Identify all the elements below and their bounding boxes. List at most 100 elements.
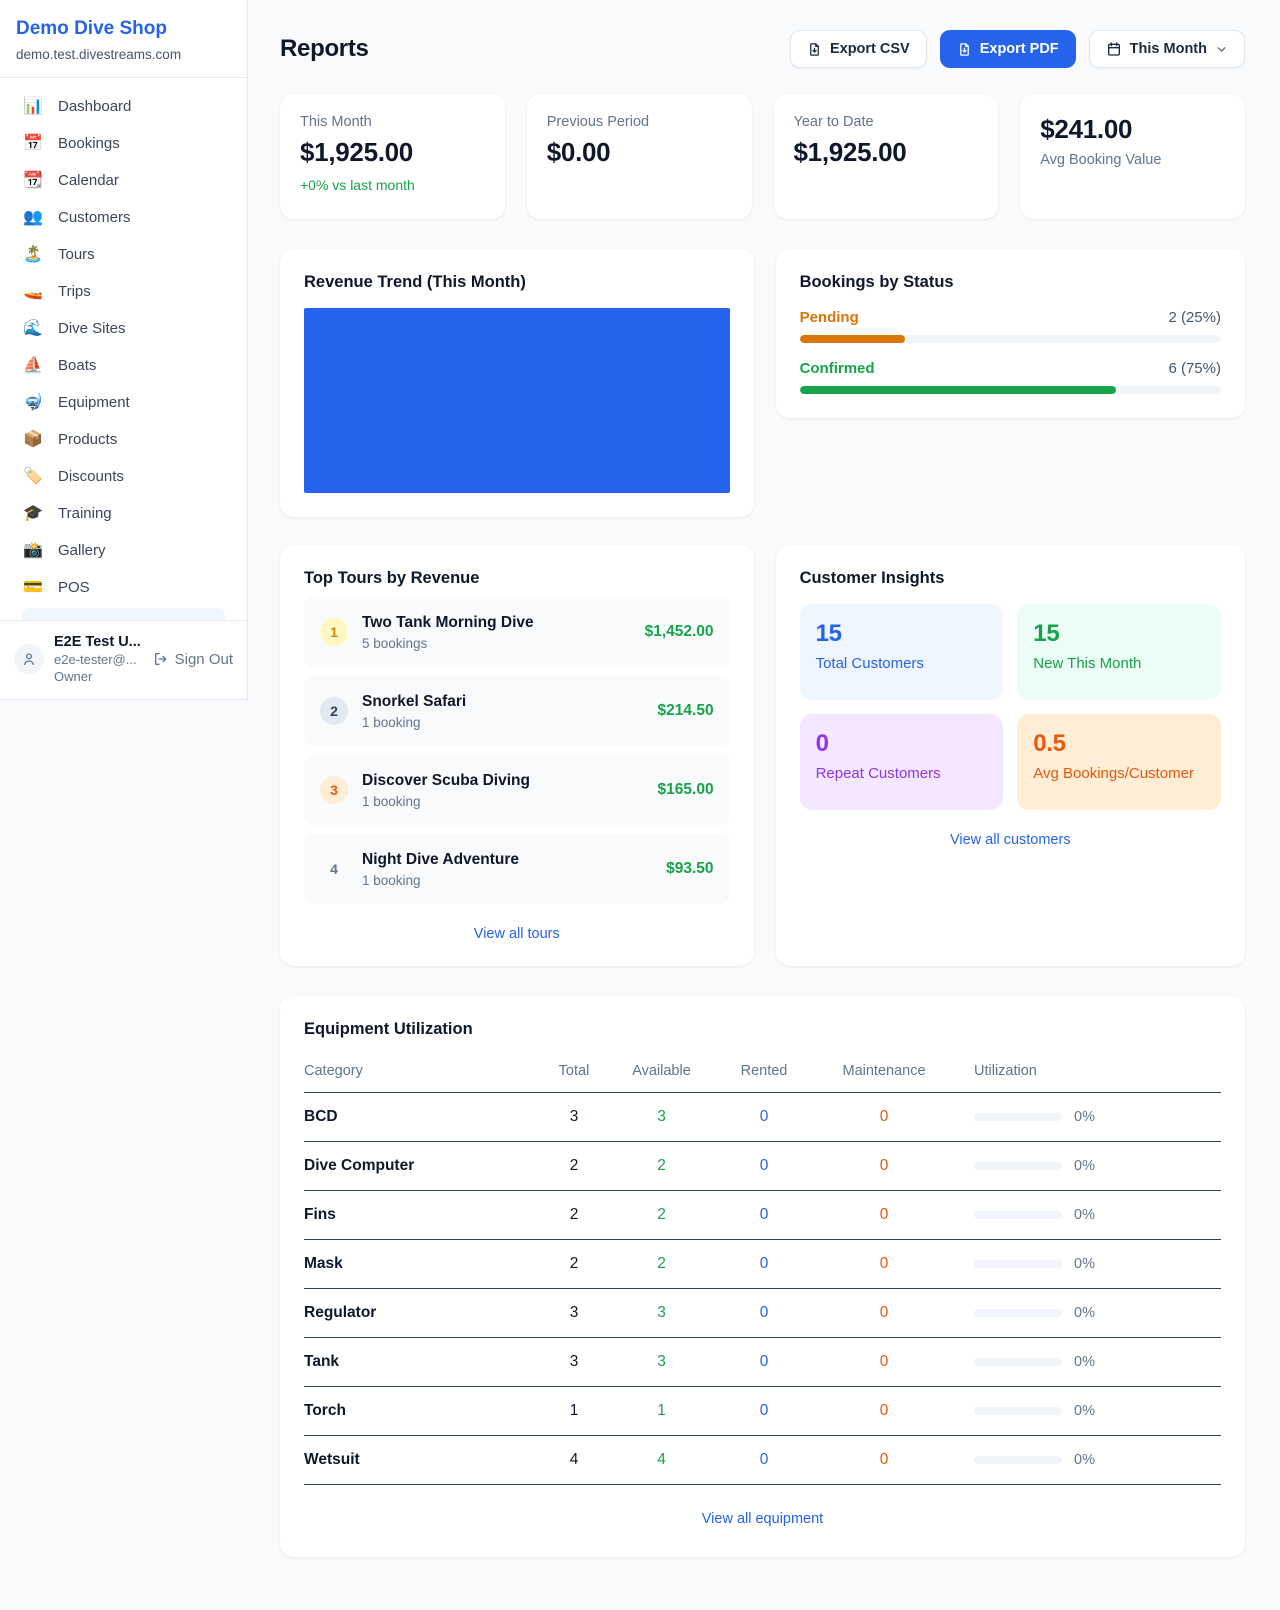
- stat-value: $1,925.00: [794, 137, 979, 168]
- cell-rented: 0: [714, 1289, 814, 1338]
- stat-label: Previous Period: [547, 114, 732, 130]
- period-select[interactable]: This Month: [1089, 30, 1245, 68]
- dashboard-icon: 📊: [22, 99, 44, 115]
- cell-maintenance: 0: [814, 1338, 954, 1387]
- export-csv-label: Export CSV: [830, 41, 910, 57]
- status-bar-fill: [800, 335, 905, 343]
- utilization-percent: 0%: [1074, 1354, 1095, 1370]
- table-row: Wetsuit 4 4 0 0 0%: [304, 1436, 1221, 1485]
- status-bar-fill: [800, 386, 1116, 394]
- tile-total-customers: 15 Total Customers: [800, 604, 1004, 700]
- sidebar-item-tours[interactable]: 🏝️Tours: [12, 236, 235, 273]
- camera-icon: 📸: [22, 543, 44, 559]
- cell-rented: 0: [714, 1240, 814, 1289]
- cell-category: Torch: [304, 1387, 539, 1436]
- cell-maintenance: 0: [814, 1387, 954, 1436]
- utilization-percent: 0%: [1074, 1305, 1095, 1321]
- cell-maintenance: 0: [814, 1436, 954, 1485]
- header-actions: Export CSV Export PDF This Month: [790, 30, 1245, 68]
- column-header-available: Available: [609, 1053, 714, 1093]
- cell-rented: 0: [714, 1142, 814, 1191]
- user-email: e2e-tester@...: [54, 652, 141, 667]
- cell-rented: 0: [714, 1338, 814, 1387]
- sidebar-item-dive-sites[interactable]: 🌊Dive Sites: [12, 310, 235, 347]
- cell-maintenance: 0: [814, 1191, 954, 1240]
- page-header: Reports Export CSV Export PDF This Month: [280, 30, 1245, 68]
- diving-mask-icon: 🤿: [22, 395, 44, 411]
- equipment-table: Category Total Available Rented Maintena…: [304, 1053, 1221, 1485]
- sidebar-item-label: Bookings: [58, 135, 120, 152]
- export-csv-button[interactable]: Export CSV: [790, 30, 927, 68]
- sidebar-item-equipment[interactable]: 🤿Equipment: [12, 384, 235, 421]
- utilization-bar-track: [974, 1456, 1062, 1464]
- sidebar-item-customers[interactable]: 👥Customers: [12, 199, 235, 236]
- status-bar-track: [800, 335, 1221, 343]
- table-row: Regulator 3 3 0 0 0%: [304, 1289, 1221, 1338]
- sidebar-item-dashboard[interactable]: 📊Dashboard: [12, 88, 235, 125]
- calendar-date-icon: 📅: [22, 136, 44, 152]
- sign-out-button[interactable]: Sign Out: [153, 651, 233, 668]
- column-header-utilization: Utilization: [954, 1053, 1221, 1093]
- sidebar-item-bookings[interactable]: 📅 Bookings: [12, 125, 235, 162]
- stat-value: $0.00: [547, 137, 732, 168]
- sidebar-item-training[interactable]: 🎓Training: [12, 495, 235, 532]
- sidebar-item-active-partial[interactable]: [22, 608, 225, 620]
- cell-available: 3: [609, 1093, 714, 1142]
- status-label: Confirmed: [800, 360, 875, 377]
- page-title: Reports: [280, 35, 369, 63]
- tile-avg-bookings: 0.5 Avg Bookings/Customer: [1017, 714, 1221, 810]
- cell-available: 2: [609, 1240, 714, 1289]
- sidebar-item-products[interactable]: 📦Products: [12, 421, 235, 458]
- cell-utilization: 0%: [954, 1338, 1221, 1387]
- table-row: Fins 2 2 0 0 0%: [304, 1191, 1221, 1240]
- sidebar-item-discounts[interactable]: 🏷️Discounts: [12, 458, 235, 495]
- tour-bookings: 5 bookings: [362, 636, 534, 651]
- cell-utilization: 0%: [954, 1240, 1221, 1289]
- utilization-bar-track: [974, 1211, 1062, 1219]
- sidebar-item-gallery[interactable]: 📸Gallery: [12, 532, 235, 569]
- cell-category: Tank: [304, 1338, 539, 1387]
- cell-maintenance: 0: [814, 1289, 954, 1338]
- speedboat-icon: 🚤: [22, 284, 44, 300]
- cell-rented: 0: [714, 1436, 814, 1485]
- utilization-percent: 0%: [1074, 1158, 1095, 1174]
- tour-revenue: $165.00: [658, 781, 714, 799]
- cell-available: 2: [609, 1191, 714, 1240]
- table-row: Torch 1 1 0 0 0%: [304, 1387, 1221, 1436]
- sidebar-item-label: Customers: [58, 209, 131, 226]
- cell-available: 3: [609, 1289, 714, 1338]
- cell-category: Regulator: [304, 1289, 539, 1338]
- top-tours-card: Top Tours by Revenue 1 Two Tank Morning …: [280, 545, 754, 966]
- utilization-bar-track: [974, 1358, 1062, 1366]
- cell-utilization: 0%: [954, 1289, 1221, 1338]
- sidebar-item-calendar[interactable]: 📆Calendar: [12, 162, 235, 199]
- file-download-icon: [957, 42, 972, 57]
- revenue-trend-chart: [304, 308, 730, 493]
- sidebar-item-pos[interactable]: 💳POS: [12, 569, 235, 606]
- table-row: Mask 2 2 0 0 0%: [304, 1240, 1221, 1289]
- view-all-tours-link[interactable]: View all tours: [304, 926, 730, 942]
- rank-badge: 2: [320, 697, 348, 725]
- top-tours-title: Top Tours by Revenue: [304, 569, 730, 588]
- stat-cards: This Month $1,925.00 +0% vs last month P…: [280, 94, 1245, 219]
- sidebar-header: Demo Dive Shop demo.test.divestreams.com: [0, 0, 247, 78]
- sidebar: Demo Dive Shop demo.test.divestreams.com…: [0, 0, 248, 700]
- view-all-equipment-link[interactable]: View all equipment: [304, 1511, 1221, 1527]
- export-pdf-button[interactable]: Export PDF: [940, 30, 1076, 68]
- cell-total: 3: [539, 1093, 609, 1142]
- tour-row: 4 Night Dive Adventure1 booking $93.50: [304, 834, 730, 904]
- cell-available: 3: [609, 1338, 714, 1387]
- user-info: E2E Test U... e2e-tester@... Owner: [54, 634, 141, 684]
- tile-label: New This Month: [1033, 655, 1205, 672]
- cell-utilization: 0%: [954, 1387, 1221, 1436]
- sidebar-item-label: Training: [58, 505, 112, 522]
- tile-value: 15: [816, 620, 988, 648]
- sidebar-item-label: Dive Sites: [58, 320, 126, 337]
- sidebar-item-trips[interactable]: 🚤Trips: [12, 273, 235, 310]
- cell-category: BCD: [304, 1093, 539, 1142]
- tour-revenue: $214.50: [658, 702, 714, 720]
- sidebar-item-boats[interactable]: ⛵Boats: [12, 347, 235, 384]
- view-all-customers-link[interactable]: View all customers: [800, 832, 1221, 848]
- tile-new-this-month: 15 New This Month: [1017, 604, 1221, 700]
- person-icon: [21, 651, 37, 667]
